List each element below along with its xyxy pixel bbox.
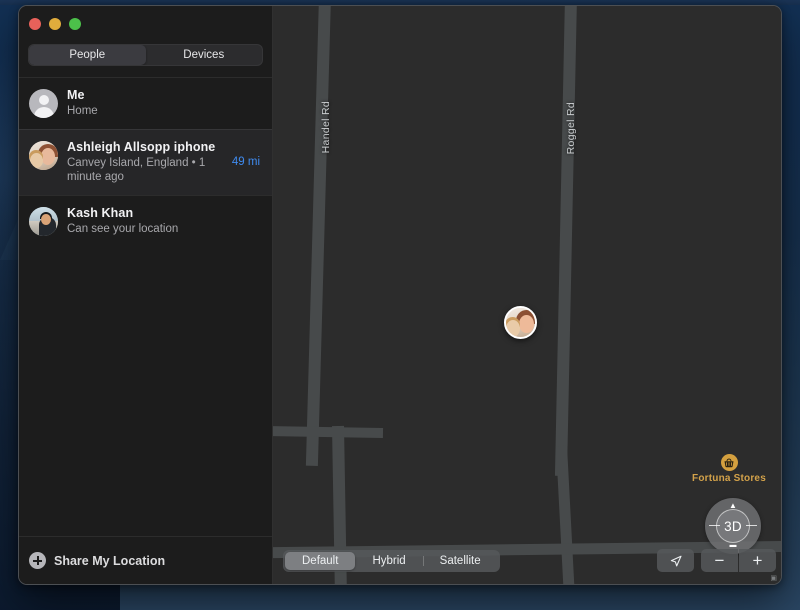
map-mode-satellite-label: Satellite (439, 555, 481, 567)
locate-me-button[interactable] (657, 549, 694, 572)
zoom-in-button[interactable]: + (739, 549, 776, 572)
share-my-location-button[interactable]: Share My Location (19, 536, 272, 584)
map-mode-segmented-control: Default Hybrid Satellite (283, 550, 500, 572)
list-item[interactable]: Me Home (19, 77, 272, 129)
map-mode-hybrid[interactable]: Hybrid (355, 552, 422, 570)
people-list: Me Home Ashleigh Allsopp iphone Canvey I… (19, 77, 272, 536)
poi-fortuna-stores[interactable]: Fortuna Stores (669, 454, 781, 484)
list-item[interactable]: Ashleigh Allsopp iphone Canvey Island, E… (19, 128, 272, 195)
find-my-window: People Devices Me Home Ashleigh Allsopp … (18, 5, 782, 585)
road-handel-rd (305, 6, 331, 466)
road-roggel-rd-lower (556, 445, 576, 584)
share-my-location-label: Share My Location (54, 553, 166, 568)
zoom-out-label: − (714, 550, 725, 570)
tab-people[interactable]: People (29, 45, 146, 65)
list-item-text: Me Home (67, 88, 251, 119)
road-roggel-rd (554, 6, 577, 477)
avatar (29, 206, 58, 236)
compass-rotate-right-icon[interactable]: — (746, 520, 757, 532)
map-person-pin[interactable] (504, 306, 537, 339)
compass-tilt-down-icon[interactable]: ▬ (730, 542, 737, 549)
close-button[interactable] (29, 18, 41, 30)
list-item[interactable]: Kash Khan Can see your location (19, 194, 272, 247)
maximize-button[interactable] (69, 18, 81, 30)
generic-person-icon (29, 89, 58, 118)
list-item-distance: 49 mi (231, 155, 260, 168)
map-mode-default[interactable]: Default (285, 552, 356, 570)
list-item-name: Me (67, 88, 85, 102)
zoom-out-button[interactable]: − (701, 549, 738, 572)
tab-devices[interactable]: Devices (146, 45, 263, 65)
tab-devices-label: Devices (183, 49, 225, 61)
poi-label: Fortuna Stores (692, 473, 766, 484)
road-cross-left (273, 425, 384, 439)
toggle-3d-label: 3D (724, 518, 742, 534)
list-item-subtitle: Canvey Island, England • 1 minute ago (67, 156, 206, 184)
map-mode-hybrid-label: Hybrid (372, 555, 406, 567)
toggle-3d-button[interactable]: 3D (716, 509, 750, 543)
list-item-text: Ashleigh Allsopp iphone Canvey Island, E… (67, 140, 223, 185)
minimize-button[interactable] (49, 18, 61, 30)
compass-3d-control[interactable]: ▲ ▬ — — 3D (705, 498, 761, 554)
map-mode-satellite[interactable]: Satellite (422, 552, 498, 570)
tab-people-label: People (69, 49, 106, 61)
map-attribution: ▣ (770, 575, 777, 582)
window-traffic-lights (19, 6, 272, 40)
map-canvas[interactable]: Handel Rd Roggel Rd Fortuna Stores ▲ ▬ —… (273, 6, 781, 584)
list-item-name: Ashleigh Allsopp iphone (67, 139, 216, 154)
plus-circle-icon (29, 552, 46, 569)
shopping-basket-icon (720, 454, 738, 471)
compass-tilt-up-icon[interactable]: ▲ (729, 502, 737, 510)
compass-rotate-left-icon[interactable]: — (709, 520, 720, 532)
zoom-in-label: + (752, 550, 763, 570)
list-item-subtitle: Can see your location (67, 222, 179, 235)
list-item-subtitle: Home (67, 105, 98, 117)
road-label-roggel-rd: Roggel Rd (565, 102, 577, 155)
list-item-name: Kash Khan (67, 205, 134, 220)
road-label-handel-rd: Handel Rd (320, 101, 332, 154)
people-devices-segmented-control: People Devices (28, 44, 263, 66)
list-item-text: Kash Khan Can see your location (67, 206, 251, 237)
sidebar: People Devices Me Home Ashleigh Allsopp … (19, 6, 273, 584)
locate-arrow-icon (670, 555, 682, 566)
map-mode-default-label: Default (302, 555, 339, 567)
avatar (29, 140, 58, 170)
